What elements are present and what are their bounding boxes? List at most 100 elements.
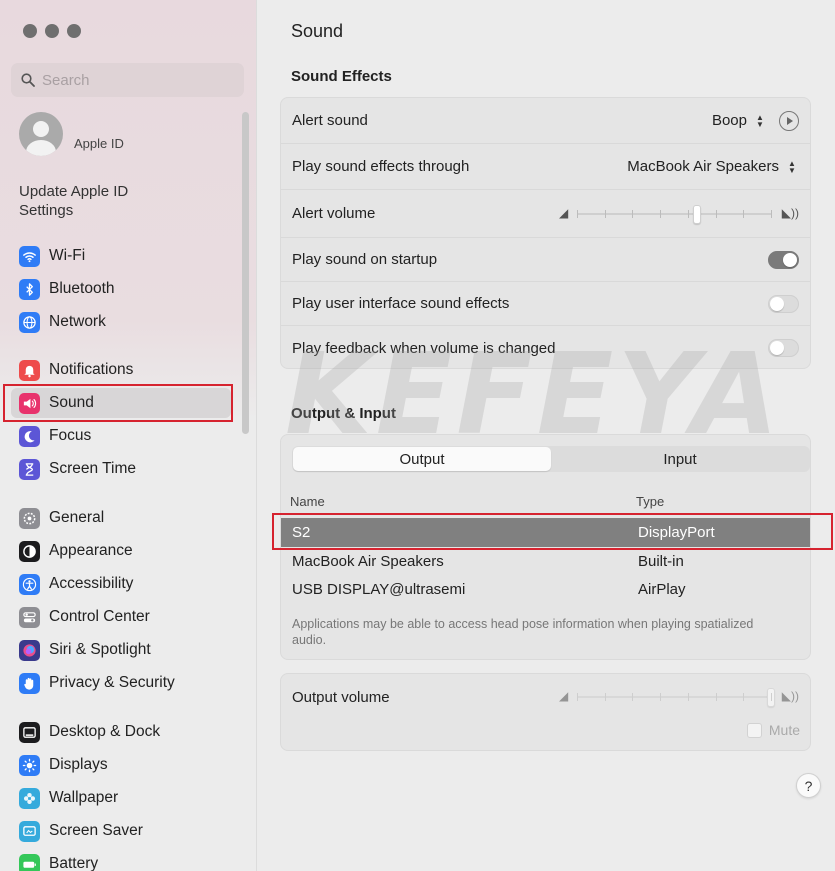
sidebar-item-label: Focus (49, 427, 92, 444)
siri-icon (19, 639, 40, 661)
play-icon[interactable] (779, 110, 799, 131)
wifi-icon (19, 245, 40, 267)
device-name: USB DISPLAY@ultrasemi (292, 581, 466, 598)
slider-tick (687, 693, 689, 701)
hourglass-icon (19, 458, 40, 480)
chevron-updown-icon: ▲ ▼ (756, 112, 764, 129)
sidebar-item-label: Network (49, 313, 106, 330)
sidebar-item-wallpaper[interactable]: Wallpaper (11, 783, 231, 813)
sidebar-item-focus[interactable]: Focus (11, 421, 231, 451)
mute-checkbox-box[interactable] (746, 722, 762, 738)
screensaver-icon (19, 820, 40, 842)
sidebar-item-label: Accessibility (49, 575, 134, 592)
sidebar-item-desktop-and-dock[interactable]: Desktop & Dock (11, 717, 231, 747)
volume-low-icon: ◢ (559, 689, 569, 703)
sidebar-item-label: Battery (49, 855, 99, 871)
output-volume-slider[interactable]: ◢ ◣)) (559, 687, 799, 707)
slider-tick (771, 693, 772, 701)
sidebar-item-displays[interactable]: Displays (11, 750, 231, 780)
play-through-label: Play sound effects through (292, 158, 470, 175)
column-type[interactable]: Type (636, 494, 664, 509)
bluetooth-icon (19, 278, 40, 300)
sidebar-item-label: Privacy & Security (49, 674, 175, 691)
sidebar-item-appearance[interactable]: Appearance (11, 536, 231, 566)
alert-volume-thumb[interactable] (693, 204, 702, 224)
sound-effects-card: Alert sound Boop ▲ ▼ Play sound effects t… (280, 97, 811, 369)
slider-tick (660, 693, 662, 701)
alert-sound-value: Boop (711, 112, 747, 129)
volume-high-icon: ◣)) (781, 689, 799, 703)
sidebar-item-accessibility[interactable]: Accessibility (11, 569, 231, 599)
slider-tick (743, 209, 745, 218)
apple-id-label: Apple ID (74, 135, 124, 151)
output-input-segmented-control: Output Input (292, 446, 810, 472)
sidebar-item-notifications[interactable]: Notifications (11, 355, 231, 385)
startup-sound-toggle[interactable] (768, 250, 799, 269)
sidebar-item-label: Notifications (49, 361, 134, 378)
tab-output[interactable]: Output (293, 447, 551, 471)
search-field[interactable] (11, 63, 244, 97)
sidebar-item-network[interactable]: Network (11, 307, 231, 337)
highlight-box-sound (3, 384, 233, 422)
device-type: Built-in (638, 553, 684, 570)
zoom-window-button[interactable] (67, 24, 81, 38)
output-volume-card: Output volume ◢ ◣)) Mute (280, 673, 811, 751)
device-row-usb-display[interactable]: USB DISPLAY@ultrasemi AirPlay (281, 575, 810, 604)
startup-sound-label: Play sound on startup (292, 251, 438, 268)
slider-tick (687, 209, 689, 218)
sidebar-item-control-center[interactable]: Control Center (11, 602, 231, 632)
mute-checkbox[interactable]: Mute (746, 722, 800, 738)
switches-icon (19, 606, 40, 628)
help-button[interactable]: ? (796, 773, 821, 798)
slider-tick (715, 209, 717, 218)
sidebar-item-screen-time[interactable]: Screen Time (11, 454, 231, 484)
tab-input[interactable]: Input (551, 447, 809, 471)
alert-volume-slider[interactable]: ◢ ◣)) (559, 204, 799, 224)
volume-feedback-row: Play feedback when volume is changed (281, 326, 810, 370)
search-icon (21, 73, 35, 87)
slider-tick (604, 209, 606, 218)
alert-sound-select[interactable]: Boop ▲ ▼ (712, 112, 767, 130)
play-through-select[interactable]: MacBook Air Speakers ▲ ▼ (627, 158, 799, 176)
appearance-icon (19, 540, 40, 562)
mute-label: Mute (768, 722, 800, 738)
alert-volume-label: Alert volume (292, 205, 376, 222)
gear-icon (19, 507, 40, 529)
sidebar-item-wi-fi[interactable]: Wi-Fi (11, 241, 231, 271)
slider-tick (715, 693, 717, 701)
sidebar-item-screen-saver[interactable]: Screen Saver (11, 816, 231, 846)
sidebar-item-general[interactable]: General (11, 503, 231, 533)
chevron-updown-icon: ▲ ▼ (788, 158, 796, 175)
column-name[interactable]: Name (290, 494, 325, 509)
output-input-heading: Output & Input (291, 405, 396, 422)
slider-tick (771, 209, 772, 218)
alert-sound-row: Alert sound Boop ▲ ▼ (281, 98, 810, 144)
device-row-macbook-air-speakers[interactable]: MacBook Air Speakers Built-in (281, 547, 810, 576)
sidebar-scrollbar[interactable] (242, 112, 249, 434)
slider-tick (577, 693, 578, 701)
ui-sound-effects-label: Play user interface sound effects (292, 295, 510, 312)
minimize-window-button[interactable] (45, 24, 59, 38)
search-input[interactable] (42, 71, 222, 89)
sidebar-item-siri-and-spotlight[interactable]: Siri & Spotlight (11, 635, 231, 665)
volume-low-icon: ◢ (559, 205, 569, 220)
sidebar: Apple ID Update Apple ID Settings Wi-Fi B… (0, 0, 257, 871)
sidebar-item-label: Bluetooth (49, 280, 115, 297)
output-volume-row: Output volume ◢ ◣)) (281, 674, 810, 720)
play-through-value: MacBook Air Speakers (627, 158, 779, 175)
globe-icon (19, 311, 40, 333)
sidebar-item-battery[interactable]: Battery (11, 849, 231, 871)
volume-feedback-toggle[interactable] (768, 339, 799, 357)
sidebar-item-privacy-and-security[interactable]: Privacy & Security (11, 668, 231, 698)
device-type: AirPlay (638, 581, 686, 598)
ui-sound-effects-toggle[interactable] (768, 294, 799, 313)
highlight-box-s2 (272, 513, 833, 550)
sidebar-item-bluetooth[interactable]: Bluetooth (11, 274, 231, 304)
apple-id-item[interactable]: Apple ID (19, 112, 124, 156)
slider-tick (743, 693, 745, 701)
update-apple-id-link[interactable]: Update Apple ID Settings (19, 182, 149, 220)
volume-feedback-label: Play feedback when volume is changed (292, 339, 556, 357)
volume-high-icon: ◣)) (781, 205, 799, 220)
close-window-button[interactable] (23, 24, 37, 38)
ui-sound-effects-row: Play user interface sound effects (281, 282, 810, 326)
